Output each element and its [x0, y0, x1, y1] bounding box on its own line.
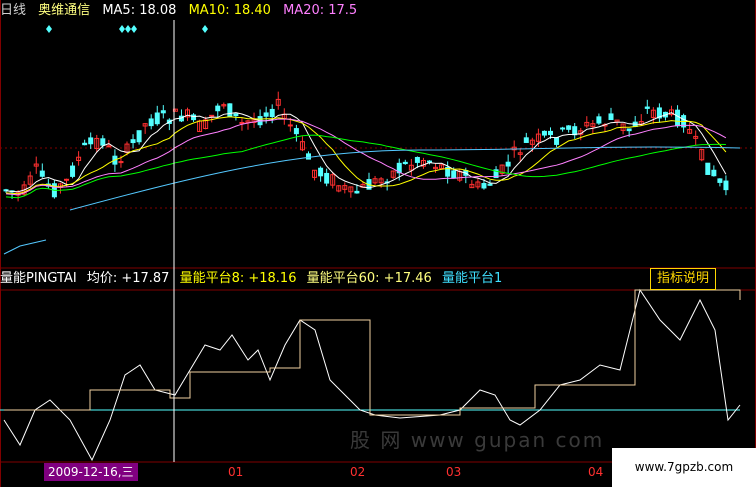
candle-body — [227, 103, 233, 118]
candle-body — [88, 137, 94, 145]
candle-body — [675, 109, 681, 127]
candle-body — [318, 167, 324, 177]
ma60-line — [5, 134, 726, 199]
month-label-01: 01 — [228, 465, 244, 479]
candle-body — [554, 137, 560, 145]
ma10-value: MA10: 18.40 — [188, 3, 271, 18]
signal-diamond-icon — [46, 25, 52, 33]
grid-lines — [0, 0, 756, 487]
candle-body — [160, 110, 166, 114]
candle-body — [505, 161, 511, 167]
candle-body — [548, 130, 553, 136]
month-label-03: 03 — [446, 465, 462, 479]
candle-body — [287, 124, 293, 127]
platform1-label: 量能平台1 — [441, 271, 503, 286]
cursor-date-label: 2009-12-16,三 — [44, 463, 138, 481]
candle-body — [608, 113, 614, 121]
signal-diamond-icon — [131, 25, 137, 33]
candle-body — [39, 170, 45, 177]
candle-body — [711, 169, 717, 177]
candle-body — [560, 127, 566, 130]
candle-body — [541, 130, 547, 136]
long-ma-line-start — [3, 239, 47, 255]
candle-body — [64, 178, 69, 181]
candle-body — [717, 178, 723, 183]
candle-body — [324, 172, 330, 184]
candle-body — [130, 139, 136, 144]
candle-body — [106, 145, 112, 148]
indicator-header: 量能PINGTAI 均价: +17.87 量能平台8: +18.16 量能平台6… — [0, 268, 650, 290]
ma5-value: MA5: 18.08 — [102, 3, 177, 18]
candle-body — [354, 190, 360, 194]
candle-body — [293, 128, 299, 135]
candle-body — [427, 160, 432, 163]
candle-body — [723, 180, 729, 191]
signal-diamond-icon — [202, 25, 208, 33]
candle-body — [572, 126, 578, 136]
candle-body — [148, 118, 154, 127]
signal-diamond-icon — [119, 25, 125, 33]
candle-body — [233, 113, 239, 117]
candle-body — [100, 138, 106, 146]
chart-canvas[interactable] — [0, 0, 756, 487]
candle-body — [414, 156, 420, 163]
candle-body — [263, 112, 269, 117]
price-header: 日线 奥维通信 MA5: 18.08 MA10: 18.40 MA20: 17.… — [0, 0, 750, 22]
candle-body — [136, 130, 142, 143]
candle-body — [70, 165, 76, 177]
platform8-value: 量能平台8: +18.16 — [179, 271, 297, 286]
month-label-02: 02 — [350, 465, 366, 479]
candle-body — [481, 182, 487, 189]
avg-price-value: 均价: +17.87 — [86, 271, 170, 286]
candle-body — [402, 161, 408, 165]
site-watermark: www.7gpzb.com — [612, 448, 756, 487]
candle-body — [191, 114, 197, 121]
indicator-name[interactable]: 量能PINGTAI — [0, 271, 77, 286]
candle-body — [215, 105, 221, 112]
candle-body — [705, 162, 711, 175]
candle-body — [154, 112, 160, 125]
candle-body — [626, 128, 632, 132]
platform-step-line — [4, 289, 741, 416]
signal-markers — [46, 25, 208, 33]
ma20-value: MA20: 17.5 — [283, 3, 358, 18]
stock-name: 奥维通信 — [38, 3, 91, 18]
candle-body — [306, 153, 311, 160]
period-label[interactable]: 日线 — [0, 3, 26, 18]
candle-body — [644, 106, 650, 109]
candle-body — [239, 121, 245, 124]
candle-body — [82, 142, 88, 146]
indicator-help-button[interactable]: 指标说明 — [650, 268, 717, 290]
candle-body — [487, 183, 493, 186]
candle-body — [269, 108, 275, 118]
stock-chart-window[interactable]: 日线 奥维通信 MA5: 18.08 MA10: 18.40 MA20: 17.… — [0, 0, 756, 487]
candle-body — [566, 125, 572, 130]
faint-watermark: 股 网 www gupan com — [350, 428, 605, 452]
candle-body — [523, 137, 529, 143]
candle-body — [451, 170, 457, 178]
signal-diamond-icon — [125, 25, 131, 33]
candle-body — [596, 116, 602, 124]
month-label-04: 04 — [588, 465, 604, 479]
platform60-value: 量能平台60: +17.46 — [306, 271, 432, 286]
